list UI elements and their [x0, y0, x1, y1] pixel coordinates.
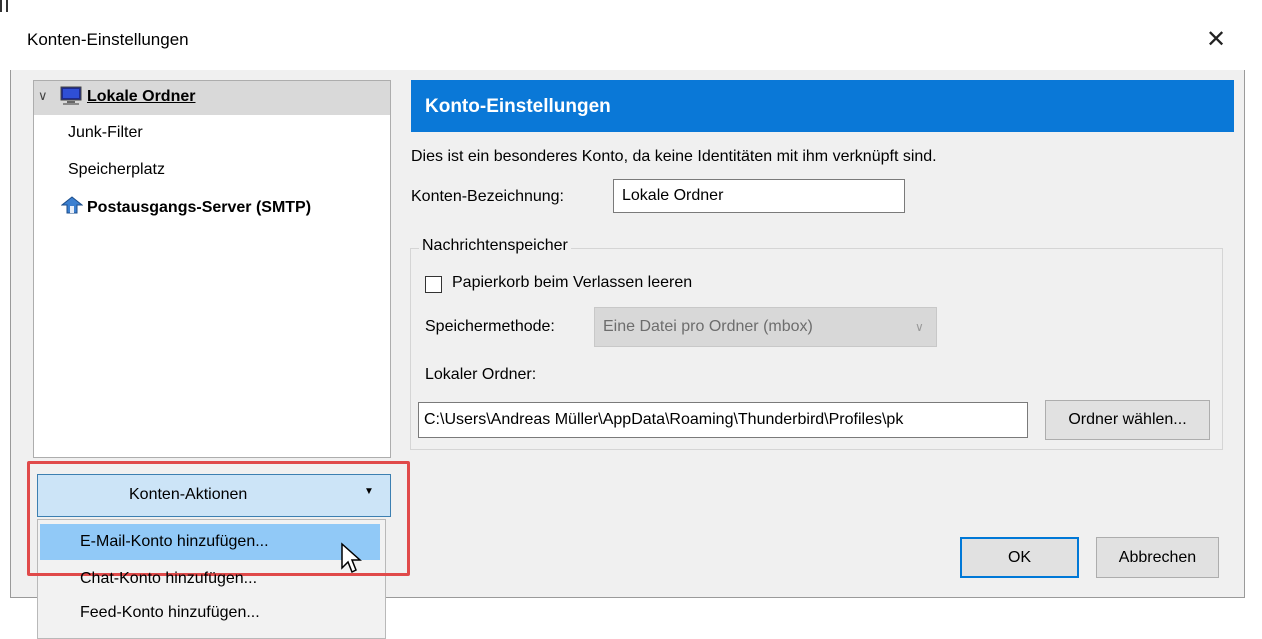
store-method-label: Speichermethode:: [425, 318, 555, 335]
tree-item-local-folders[interactable]: Lokale Ordner: [87, 88, 195, 106]
local-folder-input[interactable]: [418, 402, 1028, 438]
chevron-down-icon: ∨: [915, 320, 924, 334]
cancel-button[interactable]: Abbrechen: [1096, 537, 1219, 578]
outgoing-server-icon: [61, 196, 83, 214]
window-edge-mark: [6, 0, 8, 12]
menu-item-add-feed[interactable]: Feed-Konto hinzufügen...: [80, 604, 260, 622]
settings-header-title: Konto-Einstellungen: [425, 96, 611, 117]
window-title: Konten-Einstellungen: [27, 30, 189, 49]
title-bar: [10, 12, 1245, 70]
empty-trash-checkbox[interactable]: [425, 276, 442, 293]
mouse-cursor-icon: [341, 542, 362, 574]
computer-icon: [60, 86, 82, 105]
browse-folder-button[interactable]: Ordner wählen...: [1045, 400, 1210, 440]
empty-trash-label[interactable]: Papierkorb beim Verlassen leeren: [452, 274, 692, 292]
store-method-select[interactable]: Eine Datei pro Ordner (mbox): [594, 307, 937, 347]
menu-item-add-email[interactable]: E-Mail-Konto hinzufügen...: [80, 533, 269, 551]
tree-item-junk-filter[interactable]: Junk-Filter: [68, 124, 143, 142]
local-folder-label: Lokaler Ordner:: [425, 366, 537, 383]
info-text: Dies ist ein besonderes Konto, da keine …: [411, 148, 937, 165]
ok-button[interactable]: OK: [960, 537, 1079, 578]
account-name-label: Konten-Bezeichnung:: [411, 188, 564, 205]
tree-item-outgoing-server[interactable]: Postausgangs-Server (SMTP): [87, 199, 311, 217]
tree-item-disk-space[interactable]: Speicherplatz: [68, 161, 165, 179]
account-name-input[interactable]: [613, 179, 905, 213]
message-store-group-title: Nachrichtenspeicher: [419, 237, 571, 255]
window-edge-mark: [0, 0, 2, 12]
menu-item-add-chat[interactable]: Chat-Konto hinzufügen...: [80, 570, 257, 588]
close-button[interactable]: ✕: [1196, 22, 1236, 58]
chevron-down-icon[interactable]: ∨: [38, 88, 48, 104]
